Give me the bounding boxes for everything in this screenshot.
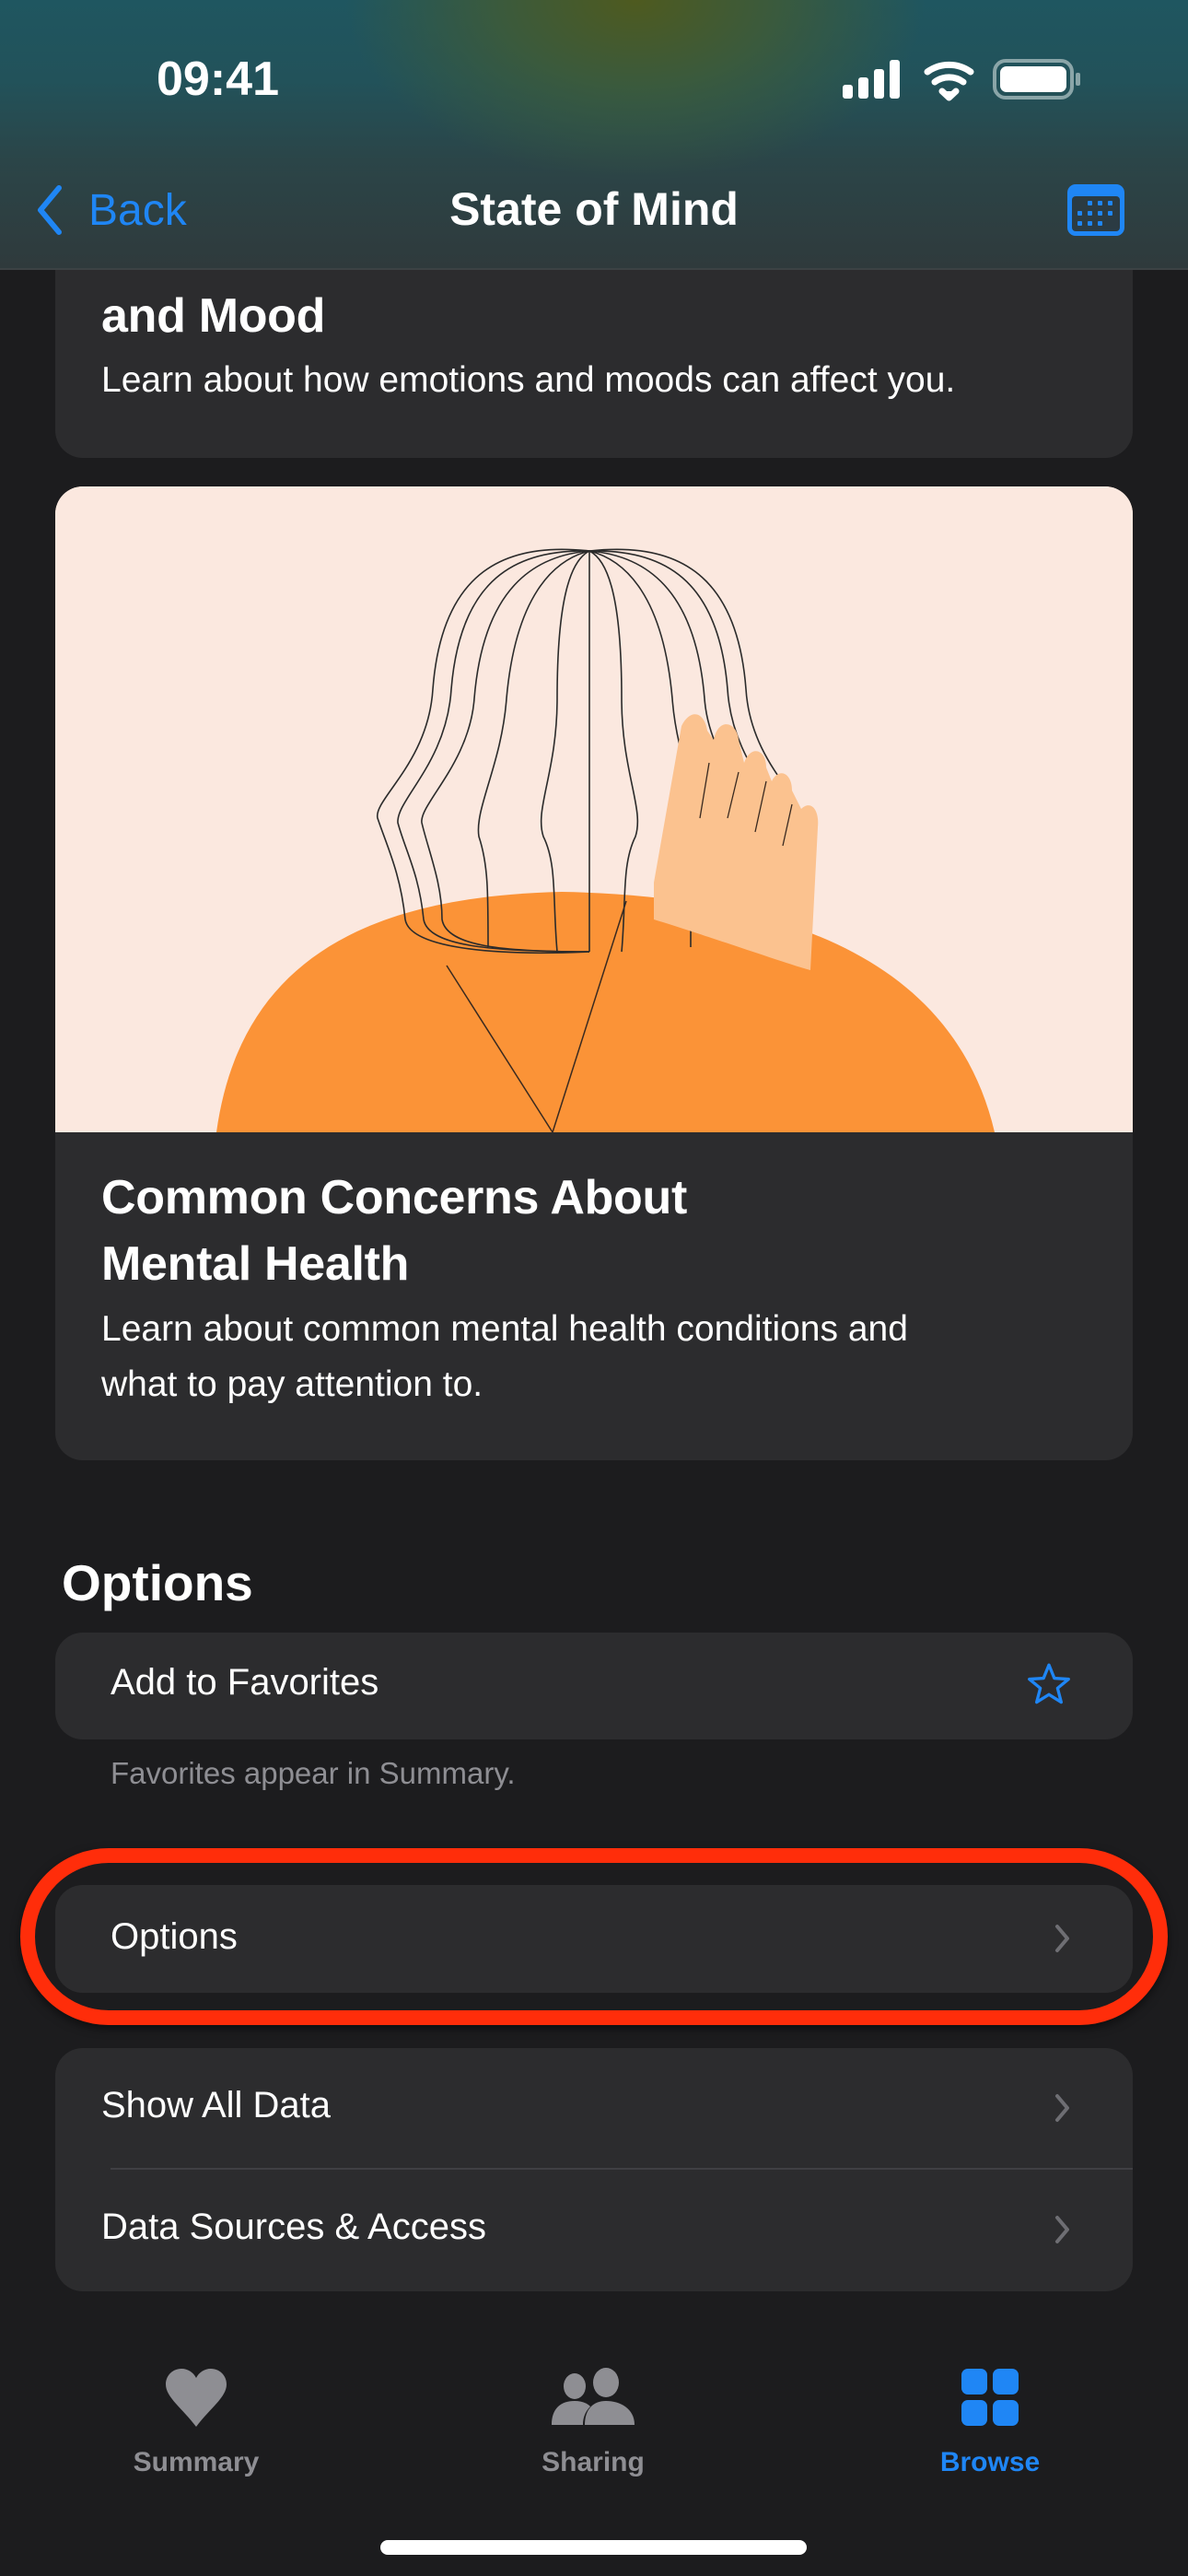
add-to-favorites-button[interactable]: Add to Favorites [55, 1633, 1133, 1739]
options-section-header: Options [62, 1554, 253, 1611]
article-title-line1: Common Concerns About [101, 1171, 687, 1224]
home-indicator [380, 2540, 807, 2555]
grid-icon [961, 2369, 1019, 2426]
people-icon [552, 2368, 635, 2425]
options-row[interactable]: Options [55, 1885, 1133, 1993]
show-all-data-row[interactable]: Show All Data [55, 2048, 1133, 2169]
wifi-icon [924, 61, 974, 101]
tab-summary[interactable]: Summary [95, 2368, 297, 2488]
heart-icon [166, 2369, 227, 2427]
data-settings-group: Show All Data Data Sources & Access [55, 2048, 1133, 2291]
chevron-right-icon [1055, 1925, 1069, 1952]
tab-label: Summary [133, 2447, 260, 2477]
article-card-common-concerns[interactable]: Common Concerns About Mental Health Lear… [55, 486, 1133, 1460]
article-title-line2: Mental Health [101, 1237, 410, 1291]
data-sources-access-row[interactable]: Data Sources & Access [55, 2170, 1133, 2291]
cellular-signal-icon [843, 60, 900, 99]
tab-sharing[interactable]: Sharing [492, 2368, 694, 2488]
data-sources-access-label: Data Sources & Access [101, 2207, 486, 2247]
battery-icon [993, 59, 1080, 100]
tab-label: Browse [939, 2447, 1041, 2477]
article-illustration [55, 486, 1133, 1132]
status-time: 09:41 [157, 53, 279, 106]
person-illustration [55, 486, 1133, 1132]
show-all-data-label: Show All Data [101, 2085, 332, 2125]
status-icons [843, 59, 1080, 101]
tab-bar: Summary Sharing Browse [0, 2303, 1188, 2576]
star-outline-icon [1028, 1663, 1070, 1704]
add-to-favorites-label: Add to Favorites [111, 1662, 379, 1703]
article-title: and Mood [101, 289, 326, 343]
article-description-line1: Learn about common mental health conditi… [101, 1309, 908, 1349]
favorites-footnote: Favorites appear in Summary. [111, 1756, 516, 1790]
options-row-label: Options [111, 1916, 238, 1957]
chevron-right-icon [1055, 2216, 1069, 2243]
navigation-header: 09:41 Back State of Mind [0, 0, 1188, 270]
article-description-line2: what to pay attention to. [101, 1364, 483, 1404]
page-title: State of Mind [449, 183, 739, 235]
tab-browse[interactable]: Browse [889, 2368, 1091, 2488]
chevron-right-icon [1055, 2094, 1069, 2122]
tab-label: Sharing [542, 2447, 645, 2477]
calendar-icon[interactable] [1066, 182, 1126, 238]
article-description: Learn about how emotions and moods can a… [101, 360, 956, 400]
